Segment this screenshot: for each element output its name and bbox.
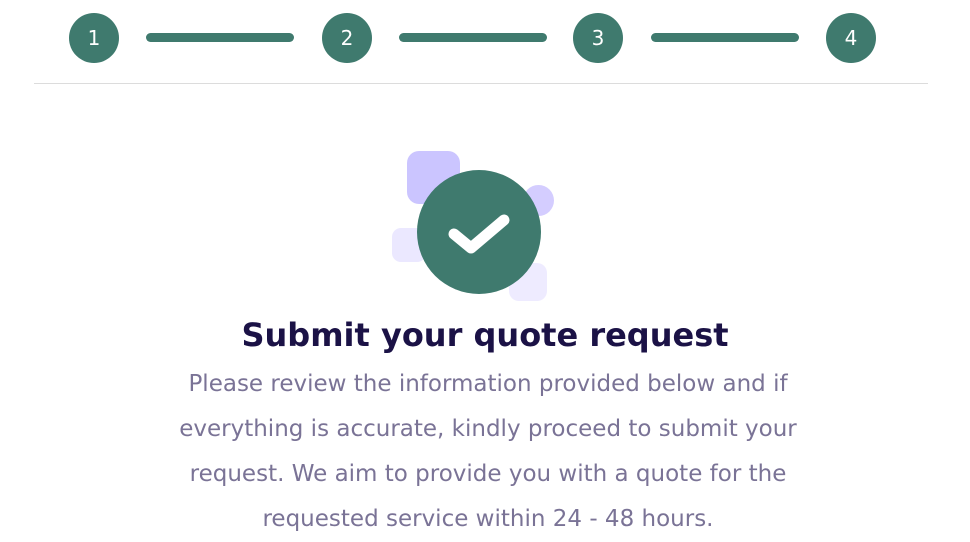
step-2[interactable]: 2 (322, 13, 372, 63)
checkmark-icon (417, 170, 541, 294)
step-4[interactable]: 4 (826, 13, 876, 63)
header-divider (34, 83, 928, 84)
step-connector-1-2 (146, 33, 294, 42)
page-title: Submit your quote request (241, 316, 729, 354)
step-connector-3-4 (651, 33, 799, 42)
step-1[interactable]: 1 (69, 13, 119, 63)
progress-stepper: 1 2 3 4 (0, 0, 970, 84)
step-connector-2-3 (399, 33, 547, 42)
success-illustration (390, 148, 560, 304)
page-description: Please review the information provided b… (179, 371, 797, 532)
step-3[interactable]: 3 (573, 13, 623, 63)
